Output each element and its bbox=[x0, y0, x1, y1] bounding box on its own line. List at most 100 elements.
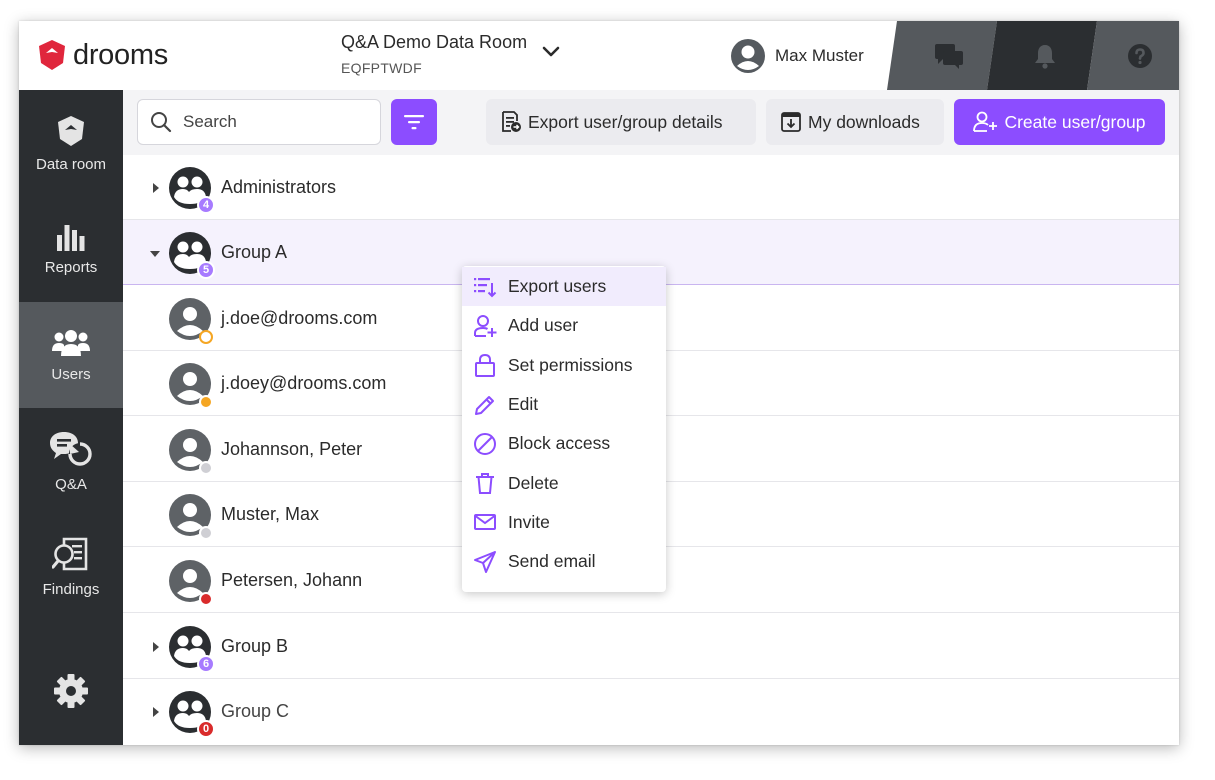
room-code: EQFPTWDF bbox=[341, 60, 422, 76]
lock-icon bbox=[475, 354, 495, 378]
sidebar-item-label: Q&A bbox=[55, 475, 87, 493]
envelope-icon bbox=[474, 514, 496, 531]
sidebar-item-users[interactable]: Users bbox=[19, 302, 123, 408]
group-name: Group A bbox=[221, 242, 288, 262]
member-count-badge: 0 bbox=[197, 720, 215, 738]
avatar bbox=[731, 39, 765, 73]
member-count-badge: 6 bbox=[197, 655, 215, 673]
caret-right-icon[interactable] bbox=[151, 641, 161, 653]
user-email: j.doe@drooms.com bbox=[221, 308, 378, 328]
group-name: Group B bbox=[221, 636, 289, 656]
user-name: Johannson, Peter bbox=[221, 439, 363, 459]
create-user-group-button[interactable]: Create user/group bbox=[954, 99, 1165, 145]
sidebar-item-findings[interactable]: Findings bbox=[19, 514, 123, 620]
menu-item-delete[interactable]: Delete bbox=[462, 463, 666, 502]
drooms-logo[interactable]: drooms bbox=[37, 39, 168, 71]
drooms-logo-icon bbox=[39, 40, 65, 70]
member-count-badge: 4 bbox=[197, 196, 215, 214]
sidebar-item-label: Data room bbox=[35, 155, 107, 173]
group-row[interactable]: 0 Group C bbox=[123, 679, 1179, 744]
menu-item-label: Set permissions bbox=[508, 354, 633, 375]
create-label: Create user/group bbox=[1004, 111, 1146, 132]
top-bar: drooms Q&A Demo Data Room EQFPTWDF Max M… bbox=[19, 21, 1179, 90]
add-user-icon bbox=[973, 111, 998, 132]
filter-button[interactable] bbox=[391, 99, 437, 145]
qa-icon bbox=[50, 431, 92, 466]
room-title: Q&A Demo Data Room bbox=[341, 32, 528, 52]
sidebar-item-label: Users bbox=[51, 365, 91, 383]
menu-item-set-permissions[interactable]: Set permissions bbox=[462, 346, 666, 385]
chevron-down-icon[interactable] bbox=[541, 45, 561, 59]
user-email: j.doey@drooms.com bbox=[221, 373, 387, 393]
chat-icon bbox=[935, 43, 963, 69]
trash-icon bbox=[476, 473, 494, 495]
export-document-icon bbox=[502, 111, 521, 132]
sidebar-item-qa[interactable]: Q&A bbox=[19, 408, 123, 514]
search-icon bbox=[151, 112, 172, 133]
help-icon bbox=[1128, 43, 1152, 68]
sidebar-item-reports[interactable]: Reports bbox=[19, 196, 123, 302]
menu-item-label: Block access bbox=[508, 433, 611, 454]
findings-icon bbox=[52, 537, 88, 570]
search-input[interactable]: Search bbox=[137, 99, 381, 145]
gear-icon bbox=[54, 674, 88, 708]
my-downloads-button[interactable]: My downloads bbox=[766, 99, 944, 145]
user-name: Petersen, Johann bbox=[221, 570, 363, 590]
user-menu[interactable]: Max Muster bbox=[731, 39, 864, 73]
download-box-icon bbox=[781, 112, 801, 132]
group-context-menu: Export users Add user Set permissions Ed… bbox=[462, 266, 666, 592]
status-invited-indicator bbox=[199, 395, 213, 409]
menu-item-label: Edit bbox=[508, 394, 539, 415]
caret-right-icon[interactable] bbox=[151, 706, 161, 718]
menu-item-edit[interactable]: Edit bbox=[462, 385, 666, 424]
member-count-badge: 5 bbox=[197, 261, 215, 279]
caret-right-icon[interactable] bbox=[151, 182, 161, 194]
group-row[interactable]: 4 Administrators bbox=[123, 155, 1179, 220]
user-name: Muster, Max bbox=[221, 504, 320, 524]
user-name: Max Muster bbox=[775, 46, 864, 65]
status-blocked-indicator bbox=[199, 592, 213, 606]
menu-item-label: Export users bbox=[508, 276, 607, 297]
status-pending-indicator bbox=[199, 330, 213, 344]
block-icon bbox=[474, 432, 496, 455]
export-list-icon bbox=[474, 277, 497, 298]
filter-icon bbox=[404, 115, 424, 130]
caret-down-icon[interactable] bbox=[149, 249, 161, 259]
menu-item-label: Send email bbox=[508, 551, 596, 572]
send-icon bbox=[474, 550, 496, 573]
logo-text: drooms bbox=[73, 39, 168, 71]
sidebar-item-label: Findings bbox=[42, 580, 100, 598]
notifications-button[interactable] bbox=[1005, 21, 1085, 90]
sidebar-item-settings[interactable] bbox=[19, 638, 123, 744]
status-inactive-indicator bbox=[199, 526, 213, 540]
bell-icon bbox=[1035, 44, 1055, 69]
top-icon-bar bbox=[887, 21, 1179, 90]
group-row[interactable]: 6 Group B bbox=[123, 614, 1179, 679]
chat-button[interactable] bbox=[909, 21, 989, 90]
group-name: Administrators bbox=[221, 177, 337, 197]
menu-item-invite[interactable]: Invite bbox=[462, 503, 666, 542]
add-user-icon bbox=[474, 314, 497, 337]
search-placeholder: Search bbox=[183, 112, 237, 131]
menu-item-add-user[interactable]: Add user bbox=[462, 306, 666, 345]
users-icon bbox=[52, 329, 90, 356]
group-name: Group C bbox=[221, 701, 290, 721]
menu-item-block-access[interactable]: Block access bbox=[462, 424, 666, 463]
menu-item-export-users[interactable]: Export users bbox=[462, 267, 666, 307]
sidebar-item-label: Reports bbox=[44, 258, 98, 276]
menu-item-send-email[interactable]: Send email bbox=[462, 542, 666, 581]
export-user-group-details-button[interactable]: Export user/group details bbox=[486, 99, 756, 145]
sidebar: Data room Reports Users Q&A Findings bbox=[19, 90, 123, 745]
sidebar-item-data-room[interactable]: Data room bbox=[19, 90, 123, 196]
help-button[interactable] bbox=[1101, 21, 1179, 90]
data-room-selector[interactable]: Q&A Demo Data Room EQFPTWDF bbox=[341, 31, 527, 76]
status-inactive-indicator bbox=[199, 461, 213, 475]
app-window: drooms Q&A Demo Data Room EQFPTWDF Max M… bbox=[19, 21, 1179, 745]
menu-item-label: Add user bbox=[508, 315, 579, 336]
pencil-icon bbox=[475, 395, 494, 415]
export-label: Export user/group details bbox=[528, 111, 723, 132]
shield-icon bbox=[58, 115, 84, 146]
bar-chart-icon bbox=[57, 224, 85, 251]
menu-item-label: Delete bbox=[508, 472, 559, 493]
toolbar: Search Export user/group details My down… bbox=[123, 90, 1179, 155]
